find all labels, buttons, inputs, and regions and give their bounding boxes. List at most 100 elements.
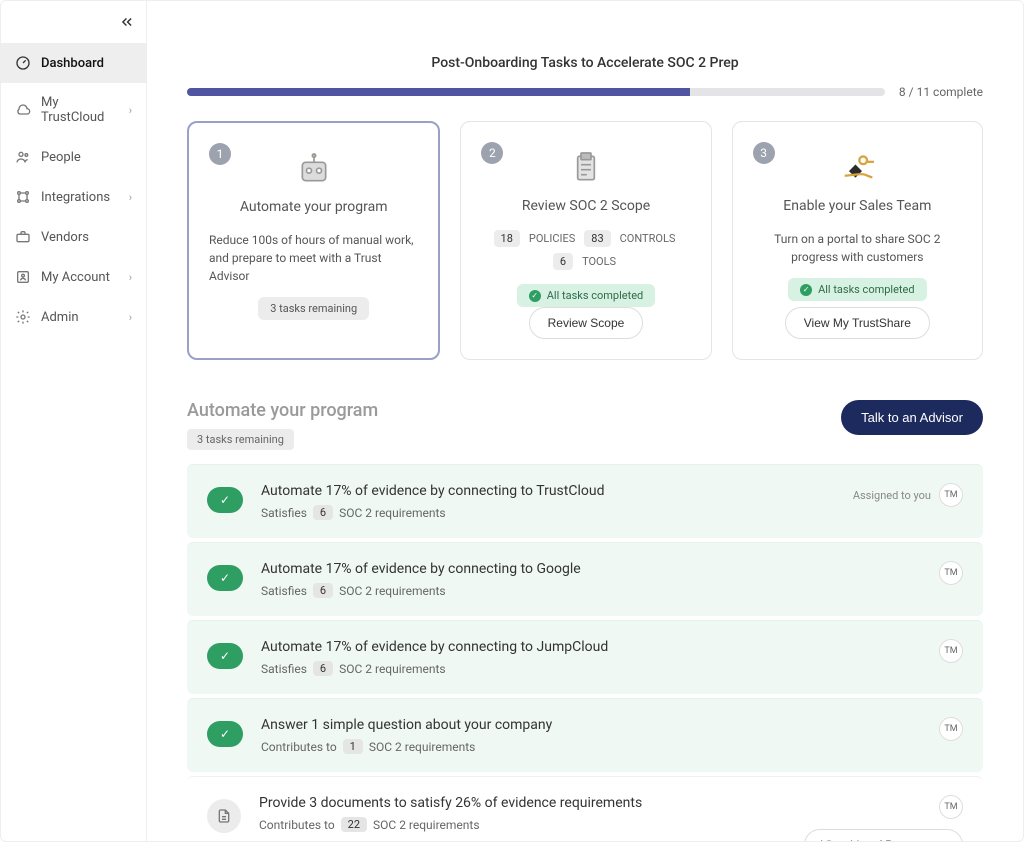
task-count: 1 <box>343 739 363 754</box>
task-title: Automate 17% of evidence by connecting t… <box>261 639 921 655</box>
task-sub-prefix: Contributes to <box>261 740 337 754</box>
scope-stats: 18 POLICIES 83 CONTROLS 6 TOOLS <box>481 230 690 270</box>
sidebar-item-label: Admin <box>41 310 79 325</box>
task-sub-suffix: SOC 2 requirements <box>339 584 446 598</box>
task-row[interactable]: ✓ Automate 17% of evidence by connecting… <box>187 542 983 616</box>
card-number: 2 <box>481 142 503 164</box>
progress-fill <box>187 88 690 96</box>
sidebar-item-label: Vendors <box>41 230 89 245</box>
tools-label: TOOLS <box>579 253 619 270</box>
robot-icon <box>294 147 334 191</box>
task-row[interactable]: ✓ Answer 1 simple question about your co… <box>187 698 983 772</box>
task-row[interactable]: ✓ Automate 17% of evidence by connecting… <box>187 620 983 694</box>
card-automate-program[interactable]: 1 Automate your program Reduce 100s of h… <box>187 121 440 360</box>
talk-to-advisor-button[interactable]: Talk to an Advisor <box>841 400 983 435</box>
sidebar-item-people[interactable]: People <box>1 137 146 177</box>
task-sub-suffix: SOC 2 requirements <box>373 818 480 832</box>
task-count: 22 <box>341 817 367 832</box>
sidebar-item-mytrustcloud[interactable]: My TrustCloud › <box>1 83 146 137</box>
sidebar-item-label: My TrustCloud <box>41 95 119 125</box>
check-icon: ✓ <box>207 565 243 591</box>
task-title: Answer 1 simple question about your comp… <box>261 717 921 733</box>
progress-label: 8 / 11 complete <box>899 85 983 99</box>
task-title: Automate 17% of evidence by connecting t… <box>261 561 921 577</box>
sidebar: Dashboard My TrustCloud › People Integra… <box>1 1 147 841</box>
task-subtitle: Satisfies 6 SOC 2 requirements <box>261 505 835 520</box>
task-sub-suffix: SOC 2 requirements <box>339 506 446 520</box>
task-count: 6 <box>313 505 333 520</box>
gauge-icon <box>15 55 31 71</box>
avatar[interactable]: TM <box>939 561 963 585</box>
people-icon <box>15 149 31 165</box>
card-enable-sales[interactable]: 3 Enable your Sales Team Turn on a porta… <box>732 121 983 360</box>
sidebar-item-integrations[interactable]: Integrations › <box>1 177 146 217</box>
clipboard-icon <box>566 146 606 190</box>
check-icon: ✓ <box>207 643 243 669</box>
card-title: Automate your program <box>240 199 388 215</box>
task-title: Provide 3 documents to satisfy 26% of ev… <box>259 795 786 811</box>
check-icon: ✓ <box>207 487 243 513</box>
section-header: Automate your program 3 tasks remaining … <box>187 400 983 450</box>
tools-count: 6 <box>553 253 573 270</box>
view-documents-button[interactable]: View List of Documents <box>804 829 963 841</box>
section-remaining-pill: 3 tasks remaining <box>187 429 294 450</box>
task-row[interactable]: Provide 3 documents to satisfy 26% of ev… <box>187 776 983 841</box>
sidebar-item-label: My Account <box>41 270 110 285</box>
controls-count: 83 <box>584 230 610 247</box>
section-heading: Automate your program <box>187 400 378 421</box>
task-sub-prefix: Satisfies <box>261 662 307 676</box>
task-row[interactable]: ✓ Automate 17% of evidence by connecting… <box>187 464 983 538</box>
chevron-right-icon: › <box>129 191 132 204</box>
task-subtitle: Satisfies 6 SOC 2 requirements <box>261 661 921 676</box>
task-sub-suffix: SOC 2 requirements <box>369 740 476 754</box>
card-status: 3 tasks remaining <box>258 297 369 320</box>
card-status: All tasks completed <box>788 278 927 301</box>
chevron-right-icon: › <box>129 271 132 284</box>
key-hand-icon <box>837 146 877 190</box>
task-subtitle: Contributes to 22 SOC 2 requirements <box>259 817 786 832</box>
sidebar-item-dashboard[interactable]: Dashboard <box>1 43 146 83</box>
page-title: Post-Onboarding Tasks to Accelerate SOC … <box>187 55 983 71</box>
progress-row: 8 / 11 complete <box>187 85 983 99</box>
card-title: Enable your Sales Team <box>783 198 931 214</box>
task-count: 6 <box>313 661 333 676</box>
sidebar-collapse-icon[interactable] <box>120 15 134 33</box>
document-icon <box>207 799 241 833</box>
sidebar-item-admin[interactable]: Admin › <box>1 297 146 337</box>
progress-bar <box>187 88 885 96</box>
card-description: Reduce 100s of hours of manual work, and… <box>209 231 418 285</box>
task-sub-prefix: Satisfies <box>261 584 307 598</box>
sidebar-item-label: Integrations <box>41 190 110 205</box>
card-status: All tasks completed <box>517 284 656 307</box>
sidebar-item-label: People <box>41 150 81 165</box>
policies-label: POLICIES <box>526 230 578 247</box>
integrations-icon <box>15 189 31 205</box>
avatar[interactable]: TM <box>939 483 963 507</box>
task-sub-prefix: Contributes to <box>259 818 335 832</box>
task-subtitle: Satisfies 6 SOC 2 requirements <box>261 583 921 598</box>
main-content: Post-Onboarding Tasks to Accelerate SOC … <box>147 1 1023 841</box>
card-number: 1 <box>209 143 231 165</box>
cloud-icon <box>15 102 31 118</box>
sidebar-item-label: Dashboard <box>41 56 104 71</box>
onboarding-cards: 1 Automate your program Reduce 100s of h… <box>187 121 983 360</box>
task-title: Automate 17% of evidence by connecting t… <box>261 483 835 499</box>
assigned-label: Assigned to you <box>853 489 931 502</box>
controls-label: CONTROLS <box>617 230 679 247</box>
sidebar-item-myaccount[interactable]: My Account › <box>1 257 146 297</box>
task-sub-suffix: SOC 2 requirements <box>339 662 446 676</box>
user-icon <box>15 269 31 285</box>
view-trustshare-button[interactable]: View My TrustShare <box>785 307 930 339</box>
task-count: 6 <box>313 583 333 598</box>
card-review-scope[interactable]: 2 Review SOC 2 Scope 18 POLICIES 83 CONT… <box>460 121 711 360</box>
avatar[interactable]: TM <box>939 639 963 663</box>
chevron-right-icon: › <box>129 311 132 324</box>
avatar[interactable]: TM <box>939 795 963 819</box>
task-list: ✓ Automate 17% of evidence by connecting… <box>187 464 983 841</box>
review-scope-button[interactable]: Review Scope <box>529 307 644 339</box>
avatar[interactable]: TM <box>939 717 963 741</box>
chevron-right-icon: › <box>129 104 132 117</box>
card-number: 3 <box>753 142 775 164</box>
sidebar-item-vendors[interactable]: Vendors <box>1 217 146 257</box>
card-description: Turn on a portal to share SOC 2 progress… <box>753 230 962 266</box>
